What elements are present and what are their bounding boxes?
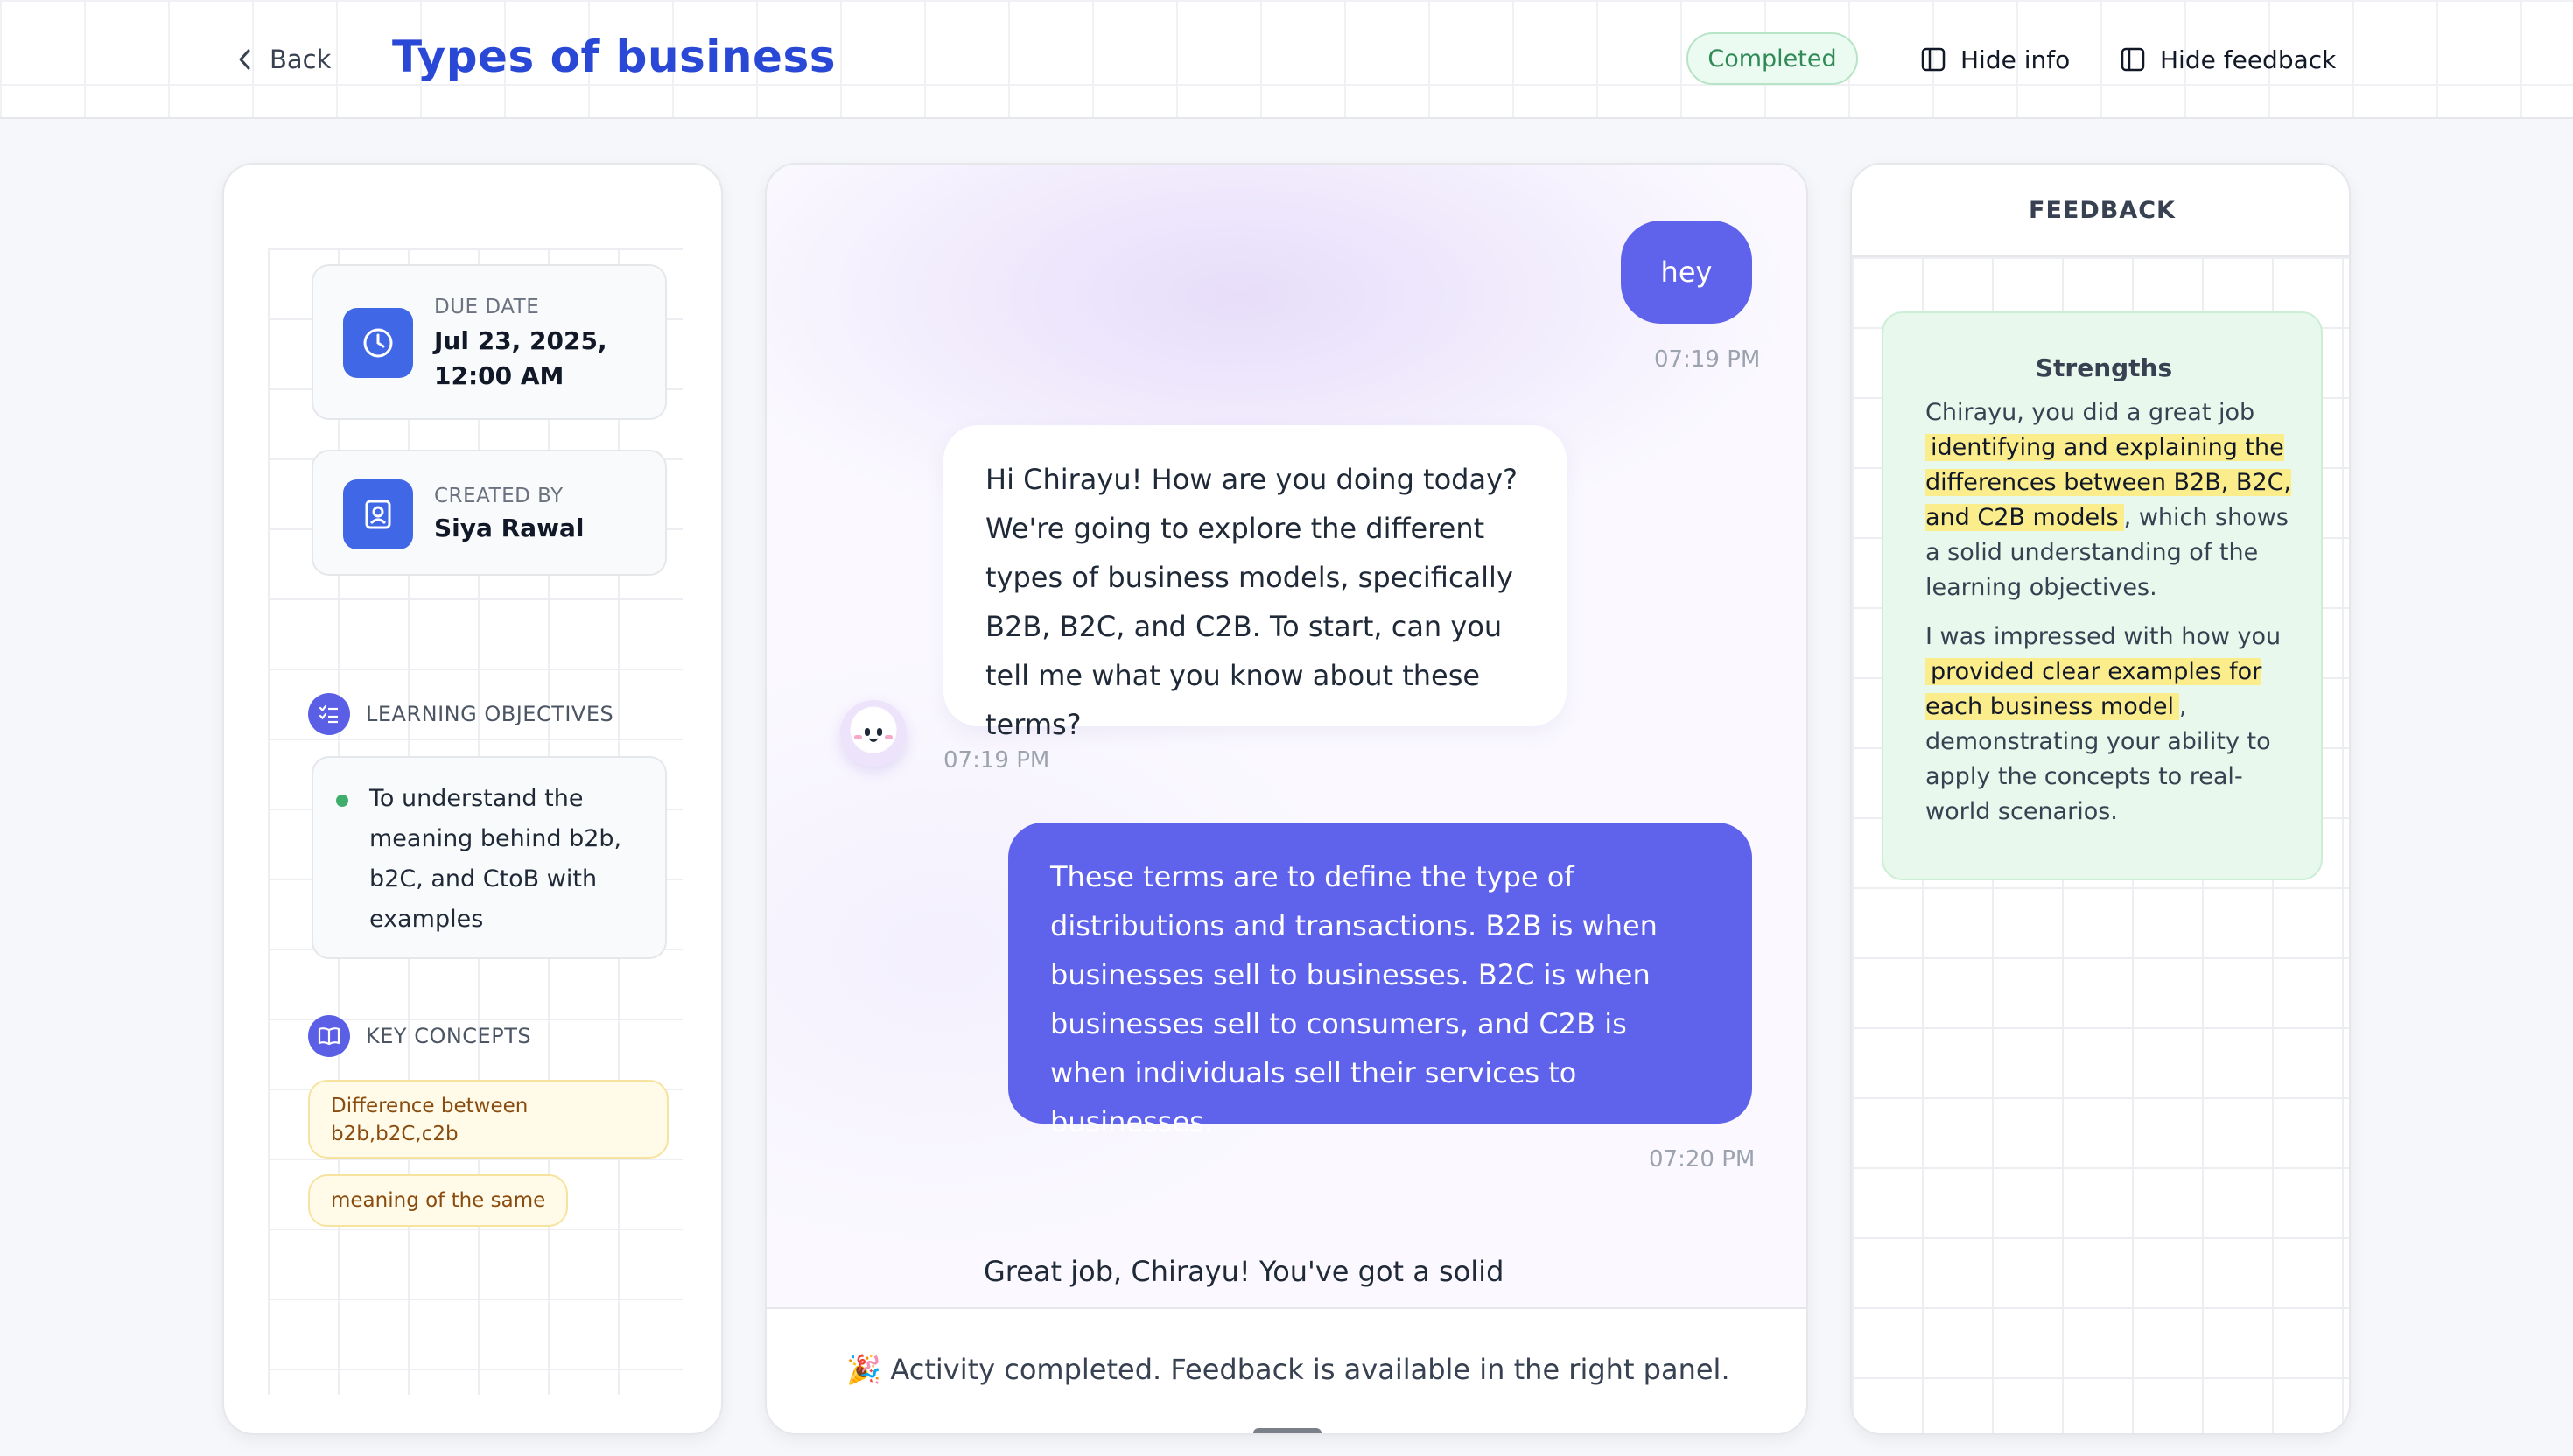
created-by-value: Siya Rawal — [434, 514, 585, 542]
resize-handle[interactable] — [1253, 1428, 1322, 1433]
hide-info-button[interactable]: Hide info — [1920, 38, 2070, 80]
feedback-highlight: provided clear examples for each busines… — [1925, 658, 2262, 720]
feedback-header: FEEDBACK — [1852, 164, 2349, 257]
info-panel: DUE DATE Jul 23, 2025, 12:00 AM CREATED … — [222, 163, 723, 1435]
open-book-icon — [308, 1015, 350, 1057]
message-timestamp: 07:19 PM — [1654, 346, 1761, 373]
chat-panel: hey 07:19 PM Hi Chirayu! How are you doi… — [765, 163, 1808, 1435]
message-timestamp: 07:19 PM — [943, 747, 1050, 774]
created-by-label: CREATED BY — [434, 485, 564, 508]
user-message-bubble: hey — [1621, 220, 1752, 324]
top-header: Back Types of business Completed Hide in… — [0, 0, 2573, 119]
concept-chip: meaning of the same — [308, 1174, 569, 1227]
created-by-card: CREATED BY Siya Rawal — [312, 450, 667, 576]
chevron-left-icon — [239, 49, 250, 70]
feedback-paragraph: Chirayu, you did a great job identifying… — [1925, 396, 2293, 606]
user-badge-icon — [343, 480, 413, 550]
strengths-card: Strengths Chirayu, you did a great job i… — [1882, 312, 2323, 880]
learning-objectives-label: LEARNING OBJECTIVES — [366, 702, 614, 726]
user-message-bubble: These terms are to define the type of di… — [1008, 822, 1752, 1138]
completion-notice: 🎉 Activity completed. Feedback is availa… — [767, 1353, 1806, 1386]
page-title: Types of business — [392, 32, 836, 82]
checklist-icon — [308, 693, 350, 735]
learning-objectives-header: LEARNING OBJECTIVES — [308, 693, 613, 735]
concept-chip: Difference between b2b,b2C,c2b — [308, 1080, 669, 1158]
back-button[interactable]: Back — [236, 38, 331, 80]
due-date-label: DUE DATE — [434, 296, 540, 318]
hide-feedback-button[interactable]: Hide feedback — [2120, 38, 2336, 80]
hide-feedback-label: Hide feedback — [2160, 45, 2337, 74]
completion-text: Activity completed. Feedback is availabl… — [890, 1353, 1730, 1386]
feedback-paragraph: I was impressed with how you provided cl… — [1925, 620, 2293, 830]
message-timestamp: 07:20 PM — [1649, 1146, 1756, 1172]
status-badge: Completed — [1686, 32, 1858, 85]
strengths-title: Strengths — [2035, 354, 2173, 382]
due-date-value: Jul 23, 2025, 12:00 AM — [434, 326, 607, 390]
key-concepts-label: KEY CONCEPTS — [366, 1024, 532, 1048]
sidebar-panel-icon — [2121, 47, 2145, 72]
feedback-panel: FEEDBACK Strengths Chirayu, you did a gr… — [1850, 163, 2351, 1435]
objective-text: To understand the meaning behind b2b, b2… — [369, 785, 622, 933]
bot-avatar-icon — [840, 700, 907, 766]
bullet-dot — [336, 794, 348, 807]
party-popper-icon: 🎉 — [846, 1353, 882, 1386]
assistant-message-partial: Great job, Chirayu! You've got a solid — [984, 1255, 1504, 1288]
clock-icon — [343, 308, 413, 378]
key-concepts-header: KEY CONCEPTS — [308, 1015, 531, 1057]
objective-card: To understand the meaning behind b2b, b2… — [312, 756, 667, 959]
feedback-text: Chirayu, you did a great job — [1925, 399, 2255, 426]
chat-background — [767, 164, 1806, 1302]
due-date-card: DUE DATE Jul 23, 2025, 12:00 AM — [312, 264, 667, 420]
chat-footer: 🎉 Activity completed. Feedback is availa… — [767, 1307, 1806, 1433]
sidebar-panel-icon — [1921, 47, 1946, 72]
back-label: Back — [270, 45, 332, 74]
feedback-text: I was impressed with how you — [1925, 623, 2282, 650]
assistant-message-bubble: Hi Chirayu! How are you doing today? We'… — [943, 425, 1567, 741]
hide-info-label: Hide info — [1960, 45, 2071, 74]
